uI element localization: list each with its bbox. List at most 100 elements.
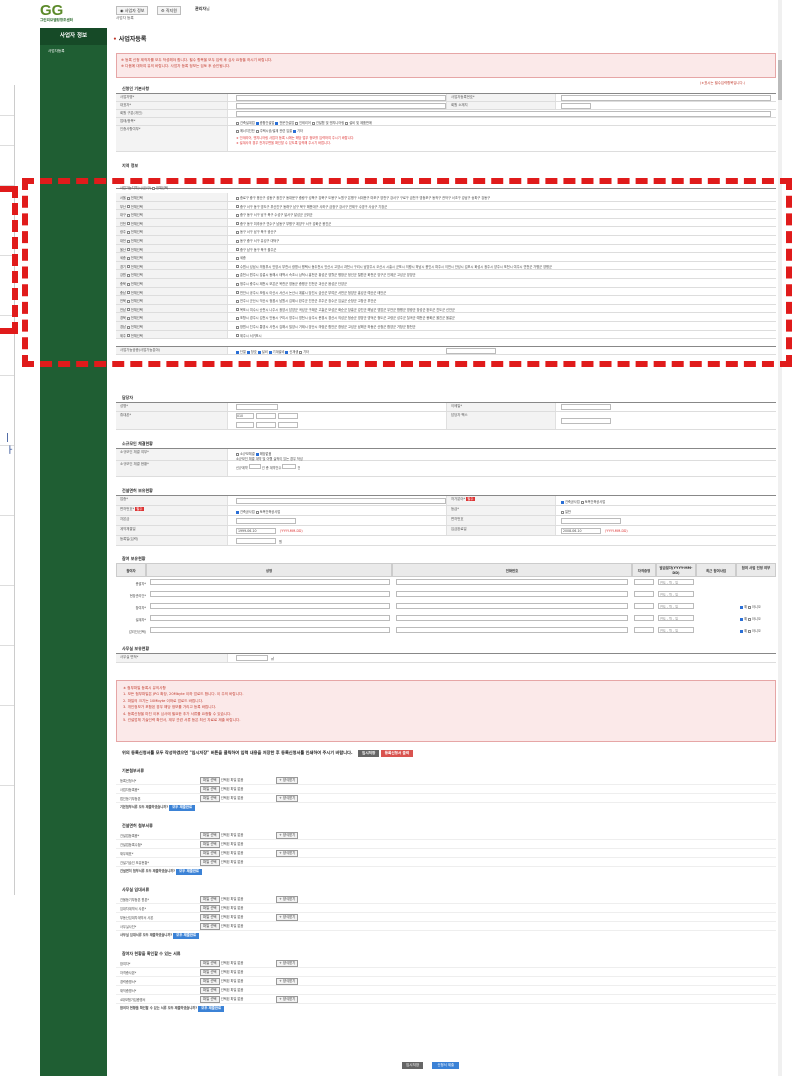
tel-last-input[interactable]	[278, 422, 298, 428]
person-date-input[interactable]: 연도 - 월 - 일	[658, 627, 694, 633]
person-phone-input[interactable]	[396, 615, 628, 621]
person-phone-input[interactable]	[396, 627, 628, 633]
person-recognized-options[interactable]: 예 아니오	[740, 616, 761, 621]
sample-download-button[interactable]: + 양식받기	[276, 850, 299, 857]
confirm-submit-button[interactable]: 모두 제출완료	[198, 1006, 225, 1012]
person-name-input[interactable]	[150, 603, 390, 609]
support-button[interactable]: ⚙ 직지원	[157, 6, 181, 15]
person-cert-input[interactable]	[634, 615, 654, 621]
file-picker[interactable]: 파일 선택 선택된 파일 없음	[200, 914, 243, 921]
label-paid-date: 입금완료일	[446, 526, 556, 535]
lic-no-options[interactable]: 건축공사업 토목건축공사업	[236, 509, 280, 514]
phone-mid-input[interactable]	[256, 413, 276, 419]
cert-options[interactable]: 에너지진단 주택시공/설계 관련 입찰 기타	[236, 128, 303, 133]
person-cert-input[interactable]	[634, 591, 654, 597]
file-picker[interactable]: 파일 선택 선택된 파일 없음	[200, 777, 243, 784]
upload-label: 건설기술인 보유현황*	[120, 861, 149, 865]
mgr-name-input[interactable]	[236, 404, 278, 410]
person-name-input[interactable]	[150, 627, 390, 633]
sample-download-button[interactable]: + 양식받기	[276, 832, 299, 839]
ceo-input[interactable]	[236, 103, 446, 109]
contract-date-input[interactable]: 1999-06-10	[236, 528, 276, 534]
person-date-input[interactable]: 연도 - 월 - 일	[658, 615, 694, 621]
tel-select[interactable]	[236, 422, 254, 428]
person-name-input[interactable]	[150, 591, 390, 597]
logo[interactable]: GG 그린리모델링창조센터	[40, 3, 100, 26]
file-picker[interactable]: 파일 선택 선택된 파일 없음	[200, 896, 243, 903]
lic-field-options[interactable]: 건축공사업 토목건축공사업	[561, 499, 605, 504]
file-picker[interactable]: 파일 선택 선택된 파일 없음	[200, 960, 243, 967]
person-name-input[interactable]	[150, 579, 390, 585]
confirm-submit-button[interactable]: 모두 제출완료	[169, 805, 196, 811]
file-picker[interactable]: 파일 선택 선택된 파일 없음	[200, 786, 243, 793]
person-recognized-options[interactable]: 예 아니오	[740, 628, 761, 633]
confirm-submit-button[interactable]: 모두 제출완료	[173, 933, 200, 939]
user-info: 관리자님	[195, 6, 210, 11]
person-phone-input[interactable]	[396, 579, 628, 585]
reg-date-input[interactable]	[236, 538, 276, 544]
mgr-email-input[interactable]	[561, 404, 611, 410]
lic-num-input[interactable]	[561, 518, 621, 524]
scrollbar[interactable]	[778, 0, 782, 1076]
person-date-input[interactable]: 연도 - 월 - 일	[658, 579, 694, 585]
person-date-input[interactable]: 연도 - 월 - 일	[658, 591, 694, 597]
scroll-thumb[interactable]	[778, 60, 782, 100]
sample-download-button[interactable]: + 양식받기	[276, 777, 299, 784]
label-grade: 등급*	[446, 506, 556, 515]
sidebar-item-register[interactable]: 사업자등록	[40, 45, 107, 54]
person-recognized-options[interactable]: 예 아니오	[740, 604, 761, 609]
person-cert-input[interactable]	[634, 627, 654, 633]
required-note: (∗표시는 필수입력항목입니다.)	[700, 81, 746, 85]
grade-options[interactable]: 일반	[561, 509, 571, 514]
person-phone-input[interactable]	[396, 591, 628, 597]
person-name-input[interactable]	[150, 615, 390, 621]
biz-type-options[interactable]: 건축설계업 종합건설업 전문건설업 인테리어 건설협 및 엔지니어링 설비 및 …	[236, 120, 372, 125]
phone-last-input[interactable]	[278, 413, 298, 419]
member-input[interactable]	[236, 111, 771, 117]
file-picker[interactable]: 파일 선택 선택된 파일 없음	[200, 905, 243, 912]
person-date-input[interactable]: 연도 - 월 - 일	[658, 603, 694, 609]
person-role: 현장관리인*	[129, 594, 146, 598]
file-picker[interactable]: 파일 선택 선택된 파일 없음	[200, 850, 243, 857]
file-picker[interactable]: 파일 선택 선택된 파일 없음	[200, 841, 243, 848]
temp-save-button[interactable]: 임시저장	[358, 750, 380, 757]
file-picker[interactable]: 파일 선택 선택된 파일 없음	[200, 978, 243, 985]
file-picker[interactable]: 파일 선택 선택된 파일 없음	[200, 795, 243, 802]
biz-no-input[interactable]	[561, 95, 771, 101]
lic-type-input[interactable]	[236, 498, 446, 504]
biz-name-input[interactable]	[236, 95, 446, 101]
print-button[interactable]: 등록신청서 출력	[380, 750, 414, 757]
footer-save-button[interactable]: 임시저장	[402, 1062, 424, 1069]
sample-download-button[interactable]: + 양식받기	[276, 795, 299, 802]
tech-table: 소규모인 체결 여부* 소규모체결 해당없음 소규모인 체결 계약 및 이행 실적이…	[116, 448, 776, 478]
sample-download-button[interactable]: + 양식받기	[276, 896, 299, 903]
upload-row: 재무제표* 파일 선택 선택된 파일 없음 + 양식받기	[116, 849, 776, 858]
paid-date-input[interactable]: 2008-06-10	[561, 528, 601, 534]
sample-download-button[interactable]: + 양식받기	[276, 914, 299, 921]
file-picker[interactable]: 파일 선택 선택된 파일 없음	[200, 832, 243, 839]
file-picker[interactable]: 파일 선택 선택된 파일 없음	[200, 987, 243, 994]
person-phone-input[interactable]	[396, 603, 628, 609]
col-header: 참여 사업 인정 여부	[736, 563, 776, 577]
person-cert-input[interactable]	[634, 579, 654, 585]
sample-download-button[interactable]: + 양식받기	[276, 978, 299, 985]
phone-select[interactable]: 010	[236, 413, 254, 419]
col-header: 최근 참여사업	[696, 563, 736, 577]
sample-download-button[interactable]: + 양식받기	[276, 960, 299, 967]
location-select[interactable]	[561, 103, 591, 109]
business-info-button[interactable]: ◉ 사업자 정보	[116, 6, 149, 15]
tel-mid-input[interactable]	[256, 422, 276, 428]
file-picker[interactable]: 파일 선택 선택된 파일 없음	[200, 996, 243, 1003]
footer-submit-button[interactable]: 신청서 제출	[432, 1062, 460, 1069]
confirm-submit-button[interactable]: 모두 제출완료	[176, 869, 203, 875]
file-picker[interactable]: 파일 선택 선택된 파일 없음	[200, 859, 243, 866]
office-area-input[interactable]	[236, 655, 268, 661]
person-cert-input[interactable]	[634, 603, 654, 609]
upload-row: 자격증사본* 파일 선택 선택된 파일 없음	[116, 968, 776, 977]
capital-input[interactable]	[236, 518, 296, 524]
sample-download-button[interactable]: + 양식받기	[276, 996, 299, 1003]
mgr-fax-input[interactable]	[561, 418, 611, 424]
label-lic-no: 면허번호* 필수	[116, 506, 228, 515]
file-picker[interactable]: 파일 선택 선택된 파일 없음	[200, 923, 243, 930]
file-picker[interactable]: 파일 선택 선택된 파일 없음	[200, 969, 243, 976]
